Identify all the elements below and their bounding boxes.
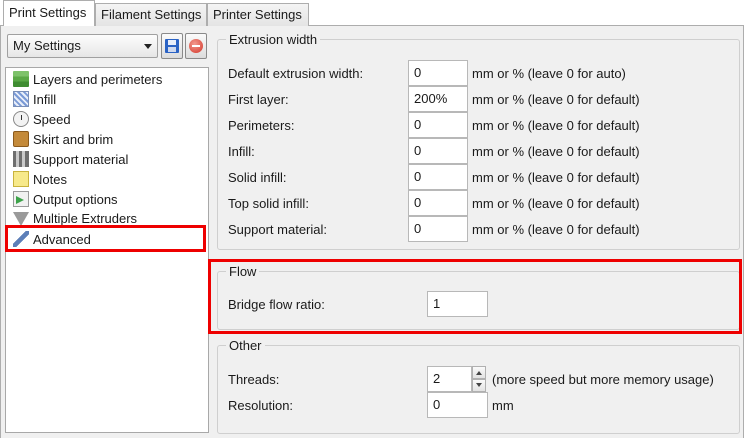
preset-select-value: My Settings bbox=[13, 38, 81, 53]
spin-down-icon[interactable] bbox=[472, 379, 486, 392]
tree-item-label: Layers and perimeters bbox=[33, 72, 163, 87]
solid-infill-field[interactable]: 0 bbox=[408, 164, 468, 190]
top-solid-infill-unit: mm or % (leave 0 for default) bbox=[472, 196, 640, 211]
chevron-down-icon bbox=[144, 44, 152, 49]
threads-field[interactable]: 2 bbox=[427, 366, 472, 392]
perimeters-field[interactable]: 0 bbox=[408, 112, 468, 138]
support-material-unit: mm or % (leave 0 for default) bbox=[472, 222, 640, 237]
perimeters-label: Perimeters: bbox=[228, 118, 295, 133]
skirt-icon bbox=[13, 131, 29, 147]
tree-item-support-material[interactable]: Support material bbox=[13, 151, 128, 170]
tree-item-label: Infill bbox=[33, 92, 57, 107]
tree-item-label: Multiple Extruders bbox=[33, 211, 138, 226]
top-solid-infill-label: Top solid infill: bbox=[228, 196, 309, 211]
default-extrusion-width-label: Default extrusion width: bbox=[228, 66, 364, 81]
notes-icon bbox=[13, 171, 29, 187]
tree-item-notes[interactable]: Notes bbox=[13, 171, 67, 190]
highlight-advanced bbox=[5, 225, 206, 252]
infill-field[interactable]: 0 bbox=[408, 138, 468, 164]
support-material-field[interactable]: 0 bbox=[408, 216, 468, 242]
resolution-field[interactable]: 0 bbox=[427, 392, 488, 418]
preset-select[interactable]: My Settings bbox=[7, 34, 158, 58]
infill-label: Infill: bbox=[228, 144, 255, 159]
tab-printer-settings[interactable]: Printer Settings bbox=[207, 3, 309, 26]
tree-item-infill[interactable]: Infill bbox=[13, 91, 56, 110]
solid-infill-unit: mm or % (leave 0 for default) bbox=[472, 170, 640, 185]
save-icon bbox=[165, 39, 179, 53]
output-icon bbox=[13, 191, 29, 207]
group-title: Other bbox=[229, 338, 262, 353]
infill-icon bbox=[13, 91, 29, 107]
first-layer-label: First layer: bbox=[228, 92, 289, 107]
tab-print-settings[interactable]: Print Settings bbox=[3, 0, 95, 26]
top-solid-infill-field[interactable]: 0 bbox=[408, 190, 468, 216]
tree-item-output-options[interactable]: Output options bbox=[13, 191, 118, 210]
delete-preset-button[interactable] bbox=[185, 33, 207, 59]
tree-item-label: Speed bbox=[33, 112, 71, 127]
tree-item-label: Output options bbox=[33, 192, 118, 207]
tree-item-label: Skirt and brim bbox=[33, 132, 114, 147]
resolution-unit: mm bbox=[492, 398, 514, 413]
support-icon bbox=[13, 151, 29, 167]
speed-icon bbox=[13, 111, 29, 127]
infill-unit: mm or % (leave 0 for default) bbox=[472, 144, 640, 159]
tree-item-label: Notes bbox=[33, 172, 67, 187]
tree-item-layers-and-perimeters[interactable]: Layers and perimeters bbox=[13, 71, 162, 90]
threads-spinner[interactable] bbox=[472, 366, 486, 392]
perimeters-unit: mm or % (leave 0 for default) bbox=[472, 118, 640, 133]
delete-icon bbox=[189, 39, 203, 53]
save-preset-button[interactable] bbox=[161, 33, 183, 59]
spin-up-icon[interactable] bbox=[472, 366, 486, 379]
layers-icon bbox=[13, 71, 29, 87]
first-layer-field[interactable]: 200% bbox=[408, 86, 468, 112]
support-material-label: Support material: bbox=[228, 222, 327, 237]
threads-note: (more speed but more memory usage) bbox=[492, 372, 714, 387]
tab-filament-settings[interactable]: Filament Settings bbox=[95, 3, 207, 26]
tree-item-label: Support material bbox=[33, 152, 129, 167]
resolution-label: Resolution: bbox=[228, 398, 294, 413]
tab-strip: Print Settings Filament Settings Printer… bbox=[0, 0, 744, 26]
highlight-flow bbox=[208, 259, 742, 334]
default-extrusion-width-unit: mm or % (leave 0 for auto) bbox=[472, 66, 626, 81]
group-title: Extrusion width bbox=[229, 32, 318, 47]
threads-label: Threads: bbox=[228, 372, 280, 387]
first-layer-unit: mm or % (leave 0 for default) bbox=[472, 92, 640, 107]
tree-item-skirt-and-brim[interactable]: Skirt and brim bbox=[13, 131, 113, 150]
extruders-icon bbox=[13, 212, 29, 226]
extrusion-width-group: Extrusion width bbox=[217, 32, 740, 250]
tree-item-speed[interactable]: Speed bbox=[13, 111, 71, 130]
solid-infill-label: Solid infill: bbox=[228, 170, 287, 185]
options-panel: Extrusion width Default extrusion width:… bbox=[211, 26, 744, 438]
default-extrusion-width-field[interactable]: 0 bbox=[408, 60, 468, 86]
